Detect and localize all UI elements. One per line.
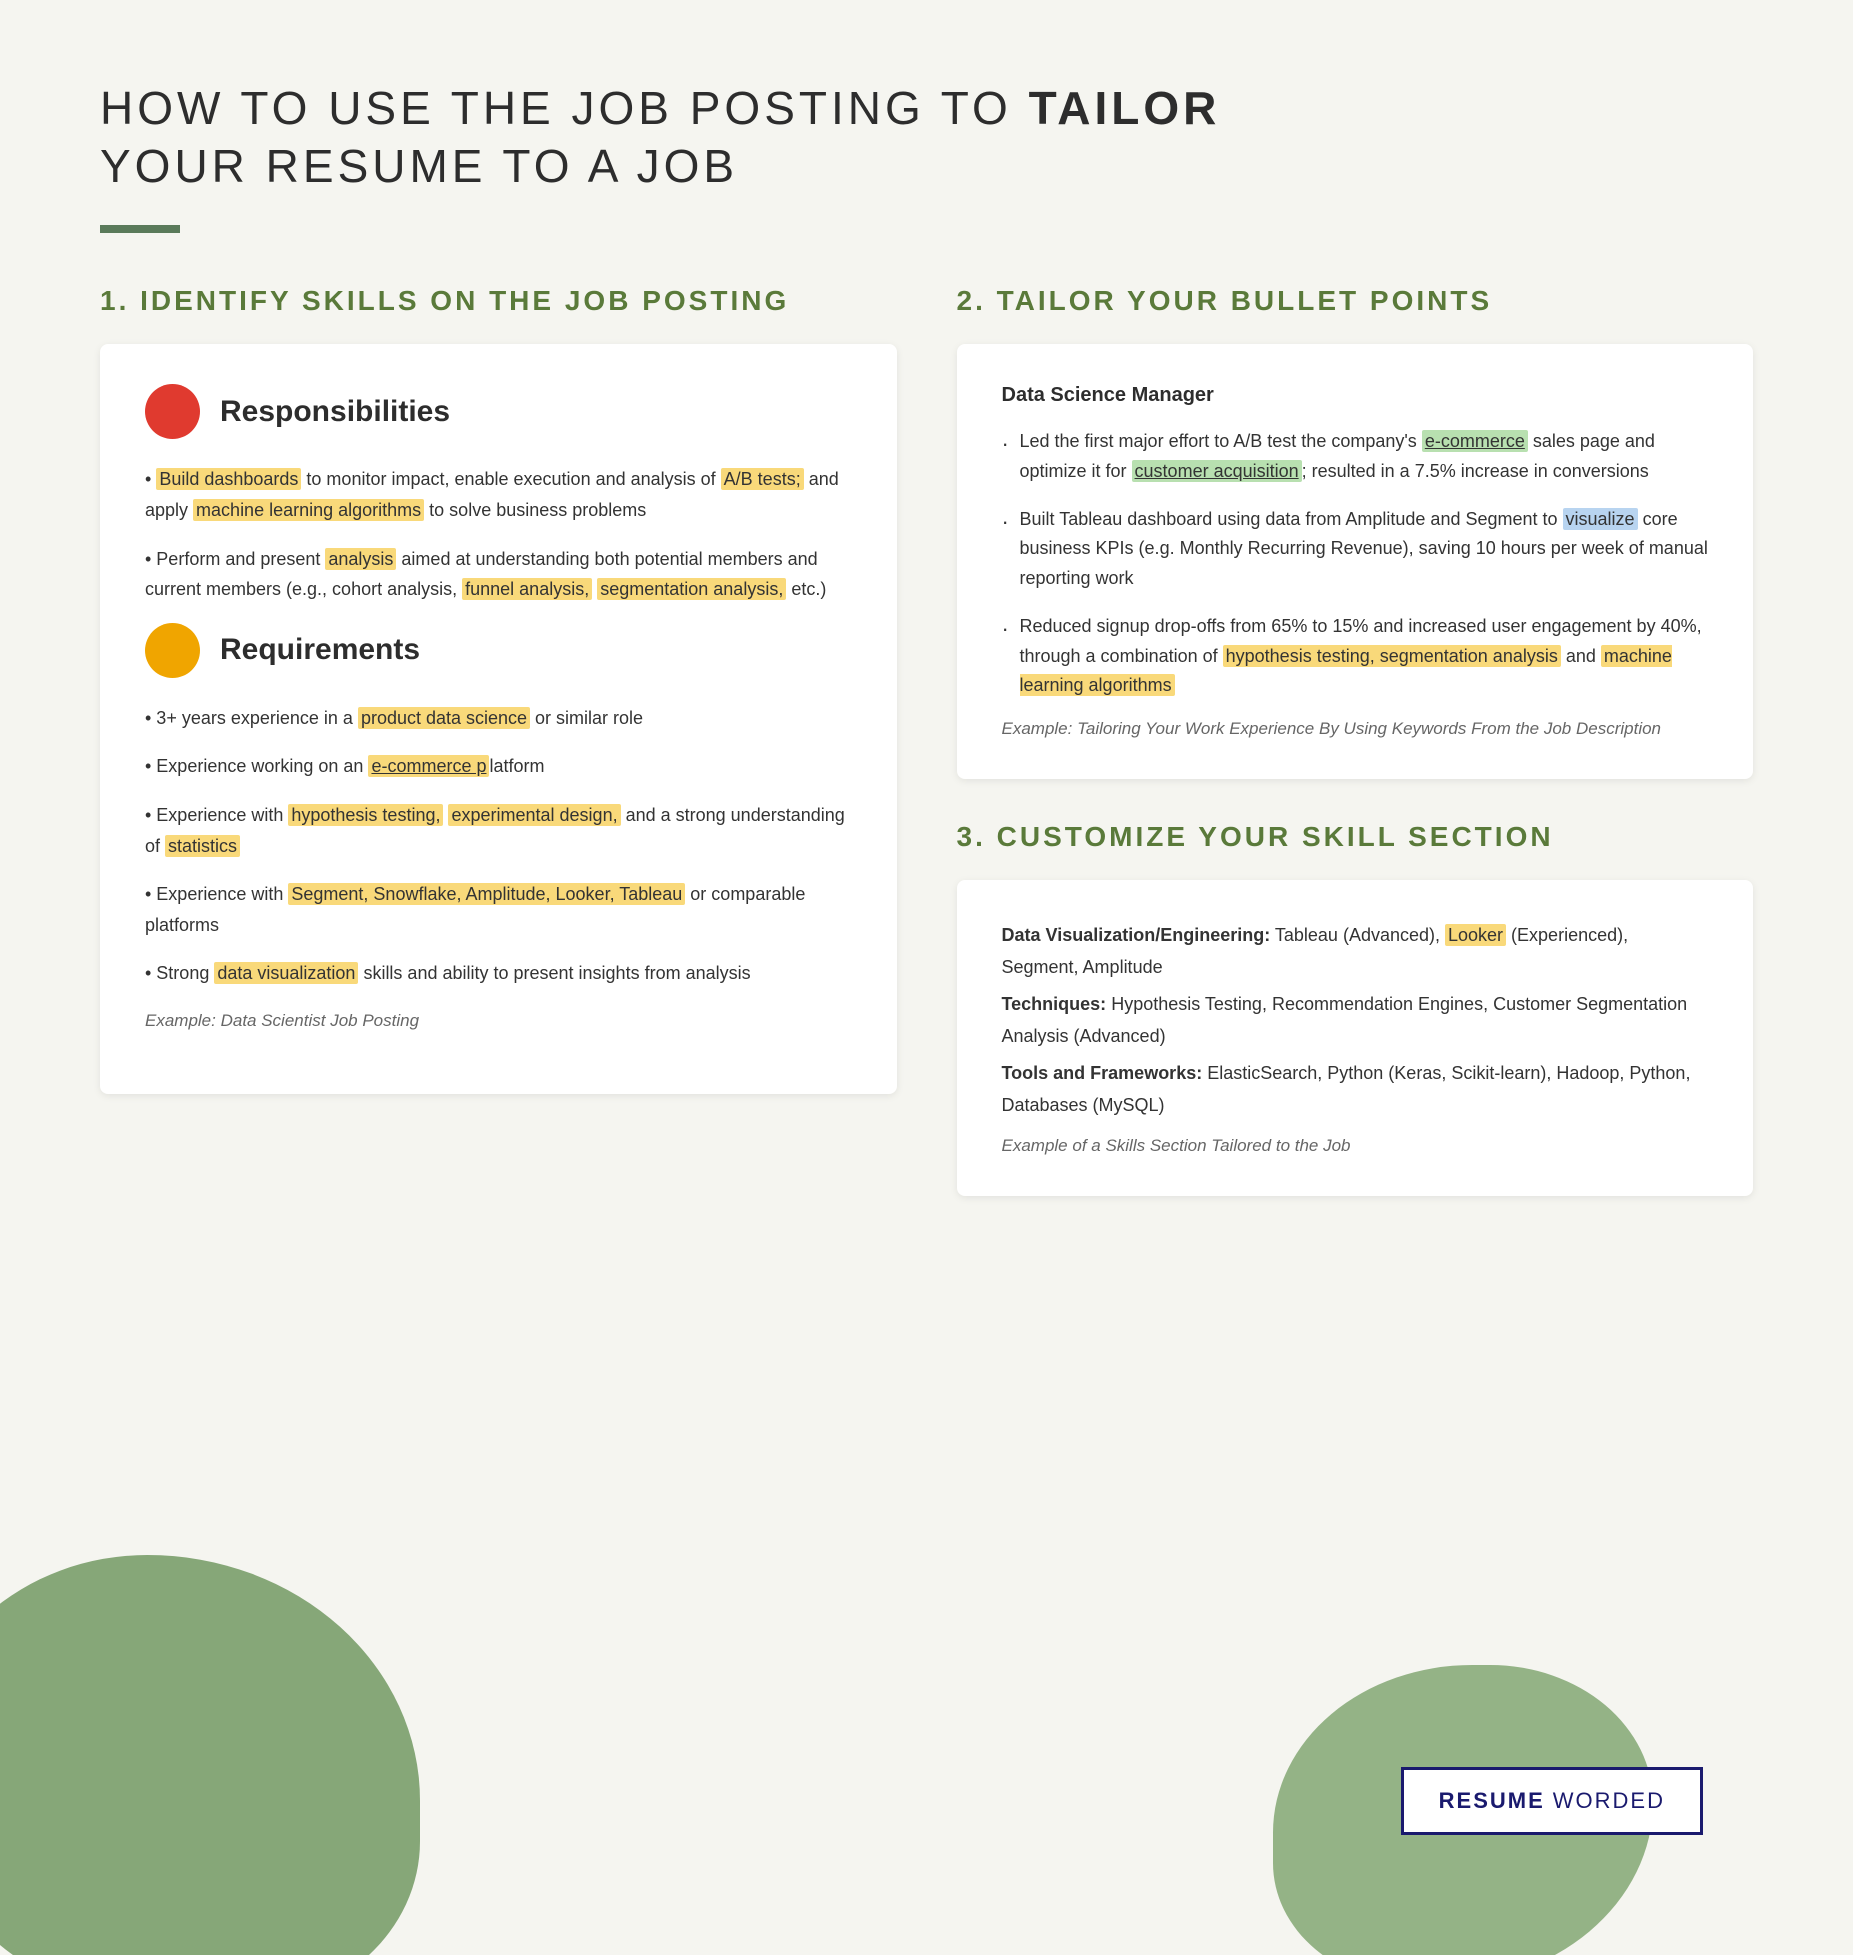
skill-label-1: Data Visualization/Engineering:	[1002, 925, 1271, 945]
highlight-segmentation-analysis: segmentation analysis,	[597, 578, 786, 600]
tailor-bullet-3: Reduced signup drop-offs from 65% to 15%…	[1002, 612, 1709, 701]
highlight-looker: Looker	[1445, 924, 1506, 946]
highlight-product-data-science: product data science	[358, 707, 530, 729]
highlight-analysis: analysis	[325, 548, 396, 570]
req-bullet-1: • 3+ years experience in a product data …	[145, 703, 852, 734]
tailor-bullet-2: Built Tableau dashboard using data from …	[1002, 505, 1709, 594]
title-tailor: TAILOR	[1029, 82, 1221, 134]
section3-example: Example of a Skills Section Tailored to …	[1002, 1136, 1709, 1156]
highlight-hyp-seg: hypothesis testing, segmentation analysi…	[1223, 645, 1561, 667]
main-columns: 1. IDENTIFY SKILLS ON THE JOB POSTING Re…	[100, 283, 1753, 1236]
tailor-bullets-card: Data Science Manager Led the first major…	[957, 344, 1754, 779]
highlight-hypothesis-testing: hypothesis testing,	[288, 804, 443, 826]
highlight-tools: Segment, Snowflake, Amplitude, Looker, T…	[288, 883, 685, 905]
green-divider	[100, 225, 180, 233]
resume-worded-logo: RESUME WORDED	[1401, 1767, 1703, 1835]
job-title: Data Science Manager	[1002, 384, 1709, 407]
resp-bullet-1: • Build dashboards to monitor impact, en…	[145, 464, 852, 525]
req-bullet-5: • Strong data visualization skills and a…	[145, 958, 852, 989]
requirements-title: Requirements	[220, 633, 420, 667]
highlight-visualize: visualize	[1563, 508, 1638, 530]
highlight-data-viz: data visualization	[214, 962, 358, 984]
logo-worded-text-2: WORDED	[1553, 1788, 1665, 1814]
responsibilities-header: Responsibilities	[145, 384, 852, 439]
highlight-build-dashboards: Build dashboards	[156, 468, 301, 490]
highlight-experimental-design: experimental design,	[448, 804, 620, 826]
title-line2: YOUR RESUME TO A JOB	[100, 140, 738, 192]
section1-heading: 1. IDENTIFY SKILLS ON THE JOB POSTING	[100, 283, 897, 319]
req-bullet-2: • Experience working on an e-commerce pl…	[145, 751, 852, 782]
title-plain: HOW TO USE THE JOB POSTING TO	[100, 82, 1029, 134]
responsibilities-card: Responsibilities • Build dashboards to m…	[100, 344, 897, 1093]
highlight-ecommerce: e-commerce p	[368, 755, 489, 777]
requirements-section: Requirements • 3+ years experience in a …	[145, 623, 852, 1036]
section3-heading: 3. CUSTOMIZE YOUR SKILL SECTION	[957, 819, 1754, 855]
section2-heading: 2. TAILOR YOUR BULLET POINTS	[957, 283, 1754, 319]
highlight-ab-tests: A/B tests;	[721, 468, 804, 490]
section2-example: Example: Tailoring Your Work Experience …	[1002, 719, 1709, 739]
bottom-decoration	[0, 1555, 1853, 1955]
skills-card: Data Visualization/Engineering: Tableau …	[957, 880, 1754, 1196]
highlight-statistics: statistics	[165, 835, 240, 857]
main-title: HOW TO USE THE JOB POSTING TO TAILOR YOU…	[100, 80, 1753, 195]
highlight-ml-algorithms: machine learning algorithms	[193, 499, 424, 521]
requirements-body: • 3+ years experience in a product data …	[145, 703, 852, 1036]
tailor-bullet-list: Led the first major effort to A/B test t…	[1002, 427, 1709, 701]
skill-label-3: Tools and Frameworks:	[1002, 1063, 1203, 1083]
highlight-customer-acq: customer acquisition	[1132, 460, 1302, 482]
blob-left	[0, 1555, 420, 1955]
right-column: 2. TAILOR YOUR BULLET POINTS Data Scienc…	[957, 283, 1754, 1236]
section1-example: Example: Data Scientist Job Posting	[145, 1007, 852, 1036]
requirements-header: Requirements	[145, 623, 852, 678]
highlight-ecommerce-2: e-commerce	[1422, 430, 1528, 452]
tailor-bullet-1: Led the first major effort to A/B test t…	[1002, 427, 1709, 486]
red-circle-icon	[145, 384, 200, 439]
skill-line-3: Tools and Frameworks: ElasticSearch, Pyt…	[1002, 1058, 1709, 1121]
req-bullet-3: • Experience with hypothesis testing, ex…	[145, 800, 852, 861]
yellow-circle-icon	[145, 623, 200, 678]
responsibilities-body: • Build dashboards to monitor impact, en…	[145, 464, 852, 604]
req-bullet-4: • Experience with Segment, Snowflake, Am…	[145, 879, 852, 940]
left-column: 1. IDENTIFY SKILLS ON THE JOB POSTING Re…	[100, 283, 897, 1134]
skill-line-2: Techniques: Hypothesis Testing, Recommen…	[1002, 989, 1709, 1052]
highlight-funnel-analysis: funnel analysis,	[462, 578, 592, 600]
resp-bullet-2: • Perform and present analysis aimed at …	[145, 544, 852, 605]
skill-line-1: Data Visualization/Engineering: Tableau …	[1002, 920, 1709, 983]
logo-resume-text: RESUME	[1439, 1788, 1545, 1814]
responsibilities-title: Responsibilities	[220, 395, 450, 429]
skill-label-2: Techniques:	[1002, 994, 1107, 1014]
